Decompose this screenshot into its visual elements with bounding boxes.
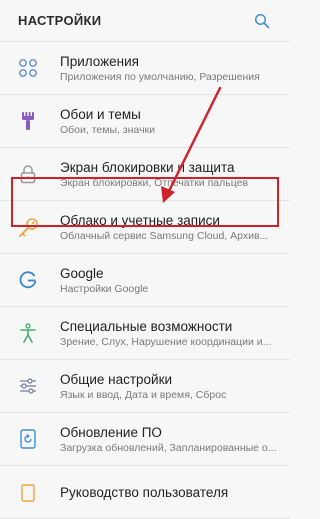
item-subtitle: Приложения по умолчанию, Разрешения [60, 70, 260, 83]
settings-list: Приложения Приложения по умолчанию, Разр… [0, 42, 290, 519]
item-subtitle: Облачный сервис Samsung Cloud, Архив... [60, 229, 269, 242]
search-button[interactable] [252, 11, 272, 31]
item-title: Приложения [60, 53, 139, 69]
key-icon [16, 215, 40, 239]
item-subtitle: Настройки Google [60, 282, 149, 295]
settings-item-software-update[interactable]: Обновление ПО Загрузка обновлений, Запла… [0, 413, 290, 466]
item-title: Обновление ПО [60, 424, 162, 440]
item-subtitle: Экран блокировки, Отпечатки пальцев [60, 176, 249, 189]
item-subtitle: Зрение, Слух, Нарушение координации и... [60, 335, 272, 348]
item-subtitle: Язык и ввод, Дата и время, Сброс [60, 388, 227, 401]
settings-item-cloud-accounts[interactable]: Облако и учетные записи Облачный сервис … [0, 201, 290, 254]
item-title: Специальные возможности [60, 318, 233, 334]
search-icon [254, 13, 270, 28]
settings-item-apps[interactable]: Приложения Приложения по умолчанию, Разр… [0, 42, 290, 95]
item-title: Google [60, 265, 104, 281]
lock-icon [16, 162, 40, 186]
item-title: Экран блокировки и защита [60, 159, 235, 175]
settings-item-google[interactable]: Google Настройки Google [0, 254, 290, 307]
apps-grid-icon [16, 56, 40, 80]
item-title: Облако и учетные записи [60, 212, 220, 228]
settings-item-wallpapers[interactable]: Обои и темы Обои, темы, значки [0, 95, 290, 148]
page-title: НАСТРОЙКИ [18, 13, 102, 28]
item-title: Руководство пользователя [60, 484, 229, 500]
settings-item-accessibility[interactable]: Специальные возможности Зрение, Слух, На… [0, 307, 290, 360]
software-update-icon [16, 427, 40, 451]
google-g-icon [16, 268, 40, 292]
settings-item-general[interactable]: Общие настройки Язык и ввод, Дата и врем… [0, 360, 290, 413]
manual-icon [16, 480, 40, 504]
settings-item-user-manual[interactable]: Руководство пользователя [0, 466, 290, 519]
item-title: Общие настройки [60, 371, 173, 387]
app-header: НАСТРОЙКИ [0, 0, 290, 42]
settings-item-lockscreen[interactable]: Экран блокировки и защита Экран блокиров… [0, 148, 290, 201]
accessibility-icon [16, 321, 40, 345]
paintbrush-icon [16, 109, 40, 133]
item-subtitle: Обои, темы, значки [60, 123, 156, 136]
sliders-icon [16, 374, 40, 398]
item-subtitle: Загрузка обновлений, Запланированные о..… [60, 441, 277, 454]
item-title: Обои и темы [60, 106, 141, 122]
